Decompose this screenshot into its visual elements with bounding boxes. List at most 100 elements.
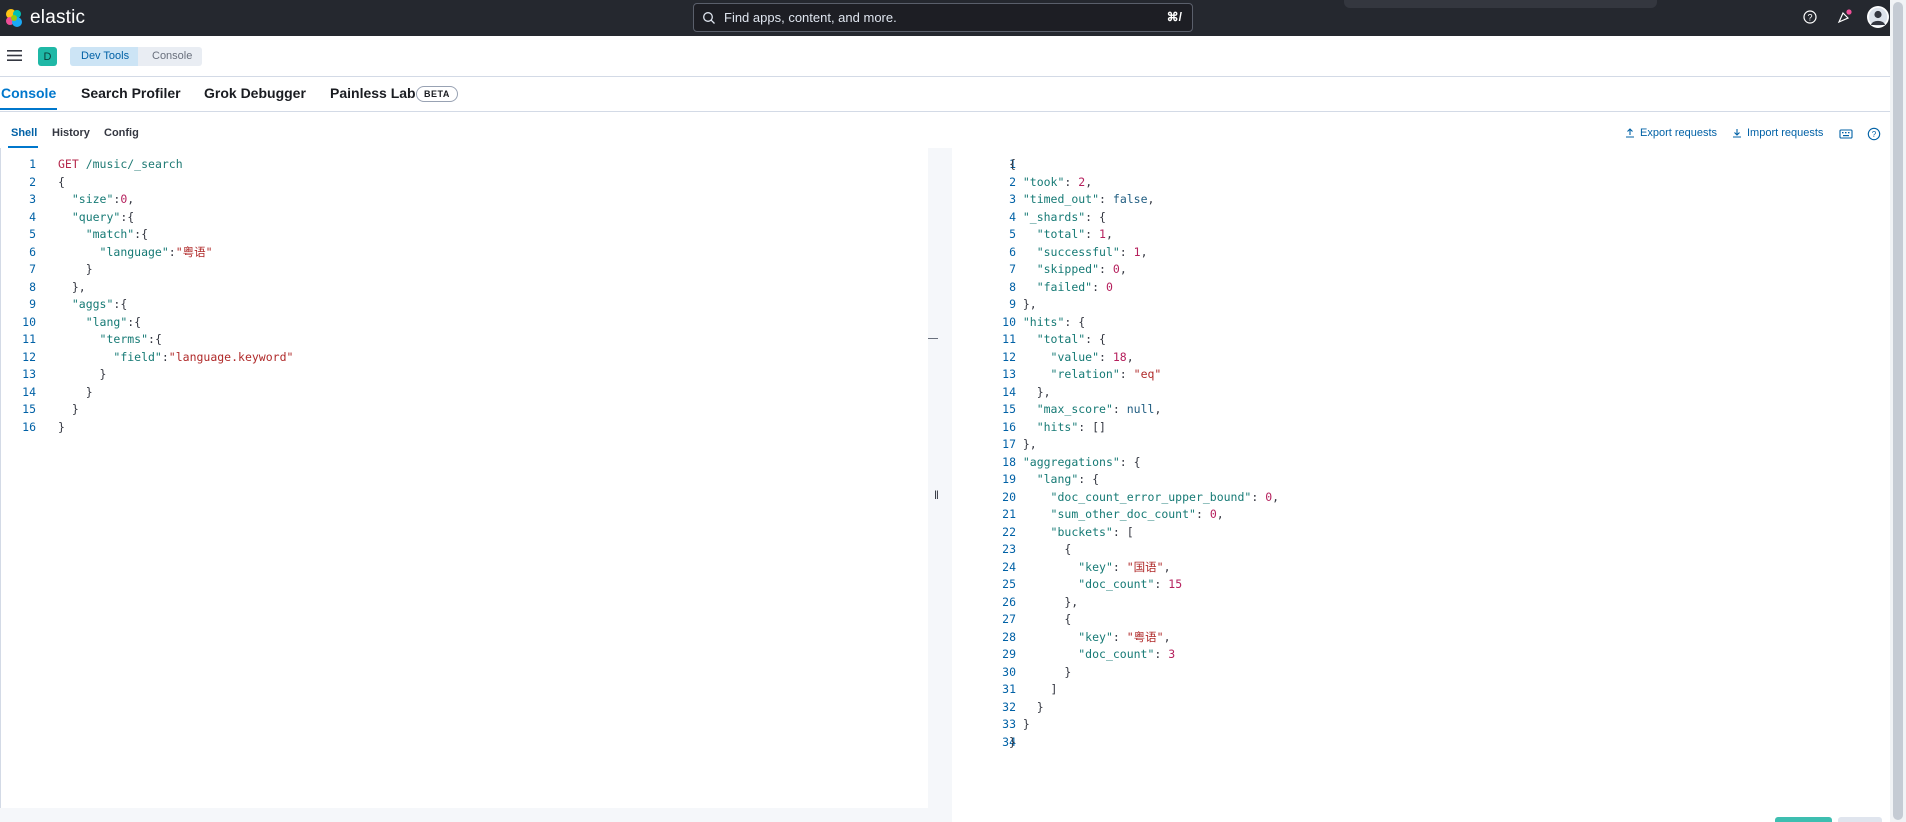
breadcrumb-console: Console (138, 47, 203, 66)
drag-handle-icon[interactable]: ‖ (934, 488, 939, 502)
response-code-line: "key": "国语", (1009, 559, 1170, 577)
response-token: "relation" (1050, 367, 1120, 381)
response-token: "doc_count_error_upper_bound" (1050, 489, 1252, 504)
response-token: 0 (1105, 279, 1113, 294)
help-icon[interactable]: ? (1802, 9, 1818, 25)
export-icon (1626, 128, 1634, 138)
response-code-line: "doc_count": 3 (1009, 646, 1175, 664)
import-requests-button[interactable]: Import requests (1732, 127, 1823, 139)
request-code-line: "language":"粤语" (58, 244, 213, 262)
response-token (1009, 490, 1051, 504)
response-code-line: "total": 1, (1009, 226, 1113, 244)
hamburger-menu-icon[interactable] (7, 49, 22, 62)
tab-shell[interactable]: Shell (11, 127, 37, 139)
response-token: : { (1078, 472, 1100, 486)
request-token (58, 227, 86, 241)
response-token: { (1009, 542, 1072, 556)
search-input[interactable] (722, 9, 1146, 26)
response-code-line: { (1009, 156, 1016, 174)
help-icon[interactable]: ? (1867, 127, 1881, 141)
response-code-line: "hits": [] (1009, 419, 1106, 437)
request-code-line: } (58, 384, 93, 402)
response-token: , (1154, 402, 1162, 416)
request-line-number: 8 (29, 279, 36, 294)
tab-config[interactable]: Config (104, 127, 139, 139)
request-token: } (58, 402, 79, 416)
response-token: }, (1009, 384, 1051, 399)
response-code-line: "aggregations": { (1009, 454, 1141, 472)
request-line-number: 16 (22, 419, 36, 434)
tab-grok-debugger[interactable]: Grok Debugger (204, 85, 306, 101)
response-token: : (1085, 227, 1100, 241)
request-code-line: "aggs":{ (58, 296, 127, 314)
header-overlay (1344, 0, 1657, 8)
response-token: } (1009, 664, 1072, 679)
breadcrumb-dev-tools[interactable]: Dev Tools (70, 47, 147, 66)
global-search[interactable]: ⌘/ (693, 3, 1193, 32)
response-token (1009, 455, 1023, 469)
response-token: : [] (1078, 419, 1106, 434)
response-token: : (1154, 577, 1169, 591)
response-token: : (1099, 192, 1113, 206)
response-token: "aggregations" (1022, 454, 1120, 469)
response-code-line: "timed_out": false, (1009, 191, 1155, 209)
request-token: :{ (127, 314, 142, 329)
response-token (1009, 577, 1078, 591)
request-editor[interactable]: 1 GET /music/_search 2 {3 "size":0, 4 "query… (0, 148, 929, 810)
beta-badge: BETA (416, 86, 458, 102)
horizontal-scrollbar[interactable] (0, 808, 928, 822)
bottom-secondary-button[interactable] (1838, 817, 1882, 822)
response-code-line: "took": 2, (1009, 174, 1092, 192)
keyboard-shortcuts-icon[interactable] (1839, 127, 1853, 141)
response-token: "key" (1078, 629, 1113, 644)
console-subtabs: Shell History Config Export requests Imp… (0, 120, 1890, 149)
request-token: :{ (148, 332, 162, 346)
newsfeed-icon[interactable] (1836, 9, 1852, 25)
response-token: { (1009, 612, 1072, 626)
response-token (1009, 262, 1037, 276)
request-code-line: } (58, 419, 65, 437)
response-token (1009, 227, 1037, 241)
response-token: : (1099, 262, 1113, 276)
request-code-line: } (58, 261, 93, 279)
resizer-tick (928, 338, 938, 339)
bottom-action-button[interactable] (1775, 817, 1832, 822)
response-token (1009, 420, 1037, 434)
response-token: : (1099, 349, 1113, 364)
request-token: : (168, 244, 176, 259)
response-token: : { (1119, 454, 1141, 469)
response-token (1009, 350, 1051, 364)
user-avatar[interactable] (1867, 6, 1889, 28)
tab-search-profiler[interactable]: Search Profiler (81, 85, 181, 101)
response-code-line: { (1009, 611, 1071, 629)
request-code-line: "query":{ (58, 209, 134, 227)
response-token: 1 (1099, 227, 1106, 241)
request-token: { (58, 174, 65, 189)
request-token: :{ (134, 227, 149, 241)
request-token (58, 315, 86, 329)
response-token (1009, 647, 1078, 661)
scrollbar-thumb[interactable] (1893, 2, 1903, 820)
response-token: : { (1064, 314, 1086, 329)
tab-console[interactable]: Console (1, 85, 56, 101)
panel-resizer[interactable]: ‖ (928, 148, 952, 822)
response-token: } (1009, 734, 1016, 749)
response-token: "total" (1036, 227, 1086, 241)
response-token: : (1119, 367, 1134, 381)
request-token: : (161, 349, 169, 364)
export-requests-button[interactable]: Export requests (1625, 127, 1717, 139)
response-code-line: }, (1009, 594, 1078, 612)
response-token: } (1009, 717, 1030, 731)
elastic-logo[interactable]: elastic (4, 7, 85, 29)
request-token: "size" (71, 192, 114, 206)
vertical-scrollbar[interactable] (1890, 0, 1906, 822)
tab-painless-lab[interactable]: Painless Lab (330, 85, 416, 101)
request-token: } (58, 419, 65, 434)
tab-history[interactable]: History (52, 127, 90, 139)
response-code-line: } (1009, 664, 1071, 682)
search-icon (703, 11, 715, 24)
response-token: 1 (1133, 244, 1141, 259)
space-avatar[interactable]: D (38, 47, 57, 66)
response-token: "国语" (1126, 559, 1164, 574)
request-token: "language" (99, 244, 169, 259)
